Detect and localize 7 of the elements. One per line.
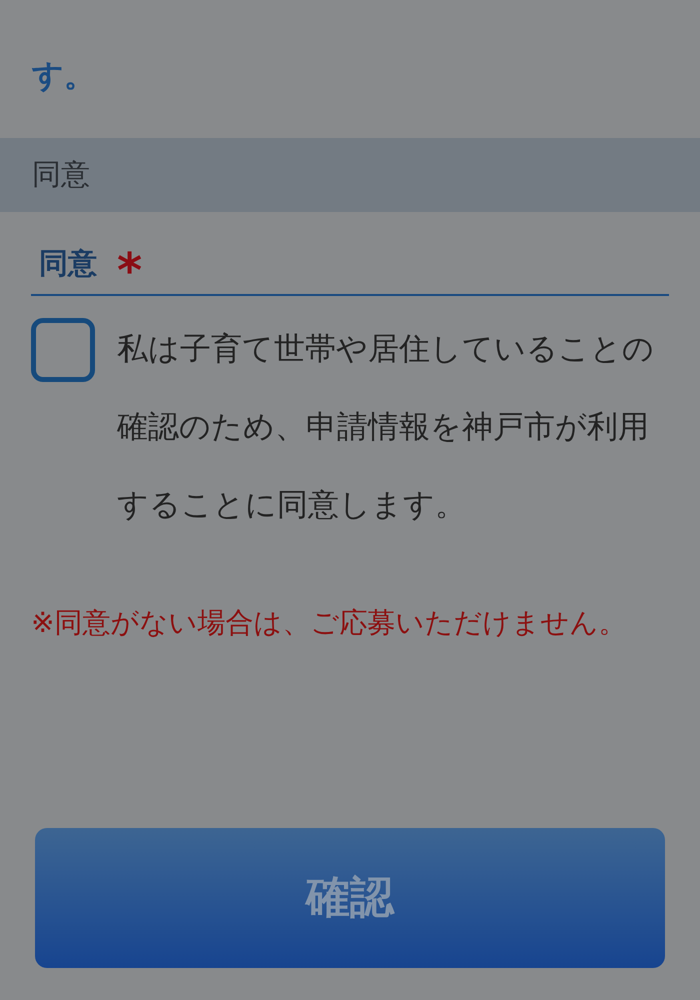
- consent-checkbox[interactable]: [31, 318, 95, 382]
- warning-note: ※同意がない場合は、ご応募いただけません。: [31, 605, 628, 641]
- required-mark: *: [117, 247, 142, 295]
- field-label: 同意: [39, 245, 97, 282]
- intro-text: す。: [31, 57, 96, 96]
- section-title: 同意: [32, 156, 90, 194]
- consent-text: 私は子育て世帯や居住していることの確認のため、申請情報を神戸市が利用することに同意します。: [117, 330, 655, 525]
